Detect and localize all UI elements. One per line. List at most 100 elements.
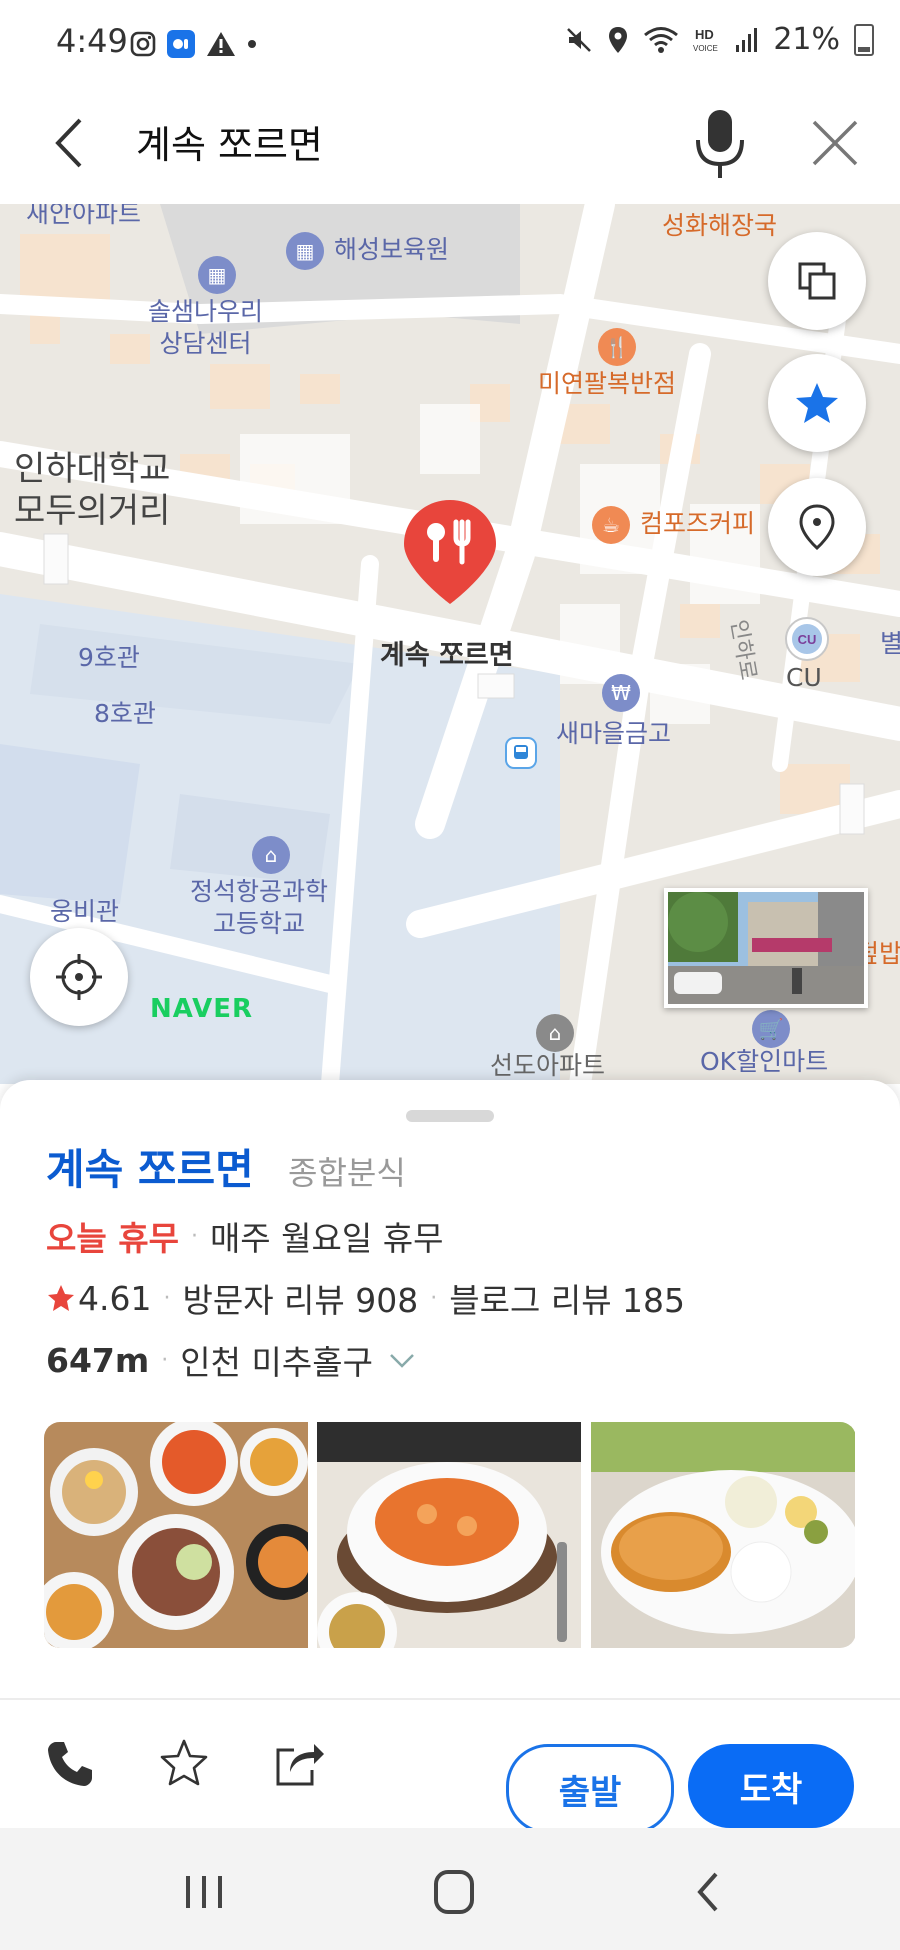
food-photo-image <box>317 1422 582 1648</box>
school-icon: ⌂ <box>252 836 290 874</box>
app-notification-icon <box>167 30 195 58</box>
arrive-button[interactable]: 도착 <box>688 1744 854 1828</box>
location-icon <box>609 26 628 53</box>
system-navigation-bar <box>0 1828 900 1950</box>
map-label-counseling[interactable]: 솔샘나우리 상담센터 <box>148 296 263 360</box>
back-nav-icon[interactable] <box>680 1864 740 1920</box>
location-pin-icon <box>799 504 835 550</box>
svg-text:HD: HD <box>695 27 714 42</box>
map-label-cafe[interactable]: 컴포즈커피 <box>640 508 755 540</box>
system-icons: HD VOICE 21% <box>565 22 874 57</box>
hd-voice-icon: HD VOICE <box>693 27 718 53</box>
building-icon: ▦ <box>286 232 324 270</box>
bus-stop-icon[interactable] <box>504 736 538 770</box>
action-bar: 출발 도착 <box>0 1700 900 1834</box>
warning-icon <box>207 32 235 56</box>
status-badge: 오늘 휴무 <box>46 1219 179 1258</box>
cafe-icon: ☕ <box>592 506 630 544</box>
mute-icon <box>567 27 592 52</box>
business-hours-row: 오늘 휴무 · 매주 월요일 휴무 <box>46 1212 443 1260</box>
reviews-row: 4.61 · 방문자 리뷰 908 · 블로그 리뷰 185 <box>46 1274 685 1322</box>
saved-places-button[interactable] <box>768 478 866 576</box>
crosshair-icon <box>56 954 102 1000</box>
map-label-school[interactable]: 정석항공과학 고등학교 <box>190 876 328 940</box>
map-label-apartment-bottom[interactable]: 선도아파트 <box>490 1050 605 1082</box>
map-label-restaurant-top[interactable]: 성화해장국 <box>662 210 777 242</box>
food-photo-image <box>590 1422 856 1648</box>
street-view-thumbnail[interactable] <box>664 888 868 1008</box>
restaurant-icon: 🍴 <box>598 328 636 366</box>
place-photo-1[interactable] <box>44 1422 310 1648</box>
instagram-icon <box>130 31 156 57</box>
phone-icon[interactable] <box>42 1736 98 1792</box>
sheet-drag-handle[interactable] <box>406 1110 494 1122</box>
chevron-down-icon[interactable] <box>385 1348 419 1372</box>
map-label-right-edge-top[interactable]: 별 <box>880 628 900 660</box>
mart-icon: 🛒 <box>752 1010 790 1048</box>
map-label-daycare[interactable]: 해성보육원 <box>334 234 449 266</box>
naver-logo: NAVER <box>150 994 254 1024</box>
distance-row[interactable]: 647m · 인천 미추홀구 <box>46 1336 419 1384</box>
home-icon[interactable] <box>424 1864 484 1920</box>
place-photo-3[interactable] <box>590 1422 856 1648</box>
convenience-store-icon[interactable]: CU <box>784 616 830 662</box>
separator: · <box>163 1285 171 1311</box>
star-icon <box>796 383 838 423</box>
rating-value: 4.61 <box>78 1278 152 1318</box>
battery-percent: 21% <box>773 22 840 57</box>
signal-icon <box>736 27 758 52</box>
visitor-reviews-link[interactable]: 방문자 리뷰 908 <box>182 1274 418 1322</box>
map-label-street[interactable]: 인하대학교 모두의거리 <box>14 448 170 532</box>
dot-icon <box>248 40 256 48</box>
map-label-building9[interactable]: 9호관 <box>78 642 140 674</box>
search-query[interactable]: 계속 쪼르면 <box>136 114 323 169</box>
depart-button[interactable]: 출발 <box>506 1744 674 1834</box>
map-label-selected-place[interactable]: 계속 쪼르면 <box>380 640 514 672</box>
wifi-icon <box>644 26 679 53</box>
rating-star-icon <box>48 1285 74 1311</box>
notification-icons <box>130 26 258 62</box>
svg-text:VOICE: VOICE <box>693 44 718 53</box>
map-view[interactable]: 새안아파트 ▦ 해성보육원 ▦ 솔샘나우리 상담센터 성화해장국 🍴 미연팔복반… <box>0 204 900 1084</box>
location-text: 인천 미추홀구 <box>180 1343 373 1382</box>
map-label-building8[interactable]: 8호관 <box>94 698 156 730</box>
close-icon[interactable] <box>800 108 870 178</box>
bookmark-star-icon[interactable] <box>156 1736 212 1792</box>
street-view-image <box>668 892 864 1004</box>
separator: · <box>161 1347 169 1373</box>
place-info-sheet[interactable]: 계속 쪼르면 종합분식 오늘 휴무 · 매주 월요일 휴무 4.61 · 방문자… <box>0 1080 900 1834</box>
back-arrow-icon[interactable] <box>40 108 110 178</box>
battery-icon <box>854 23 874 56</box>
building-icon: ▦ <box>198 256 236 294</box>
food-photo-image <box>44 1422 310 1648</box>
map-label-chinese[interactable]: 미연팔복반점 <box>538 368 676 400</box>
favorites-button[interactable] <box>768 354 866 452</box>
blog-reviews-link[interactable]: 블로그 리뷰 185 <box>449 1274 685 1322</box>
place-name[interactable]: 계속 쪼르면 <box>46 1136 254 1197</box>
distance-value: 647m <box>46 1340 150 1380</box>
map-label-ungbi[interactable]: 웅비관 <box>50 896 119 928</box>
map-cu-badge-text: CU <box>798 632 817 647</box>
map-label-mart[interactable]: OK할인마트 <box>700 1046 828 1078</box>
separator: · <box>430 1285 438 1311</box>
my-location-button[interactable] <box>30 928 128 1026</box>
place-photo-2[interactable] <box>317 1422 582 1648</box>
status-bar: 4:49 HD VOICE 21% <box>0 0 900 88</box>
map-label-bank[interactable]: 새마을금고 <box>556 718 671 750</box>
layers-button[interactable] <box>768 232 866 330</box>
separator: · <box>190 1223 198 1249</box>
share-icon[interactable] <box>270 1736 326 1792</box>
photo-gallery[interactable] <box>44 1422 856 1648</box>
status-time: 4:49 <box>56 22 128 60</box>
layers-icon <box>798 262 836 300</box>
search-header: 계속 쪼르면 <box>0 88 900 204</box>
microphone-icon[interactable] <box>688 102 752 186</box>
selected-place-pin-icon[interactable] <box>400 496 500 608</box>
apartment-icon: ⌂ <box>536 1014 574 1052</box>
recent-apps-icon[interactable] <box>174 1864 234 1920</box>
map-label-cu[interactable]: CU <box>786 662 822 694</box>
bank-icon: ₩ <box>602 674 640 712</box>
map-label-apartment-top[interactable]: 새안아파트 <box>26 204 141 230</box>
holiday-text: 매주 월요일 휴무 <box>209 1219 444 1258</box>
place-category: 종합분식 <box>288 1154 406 1192</box>
